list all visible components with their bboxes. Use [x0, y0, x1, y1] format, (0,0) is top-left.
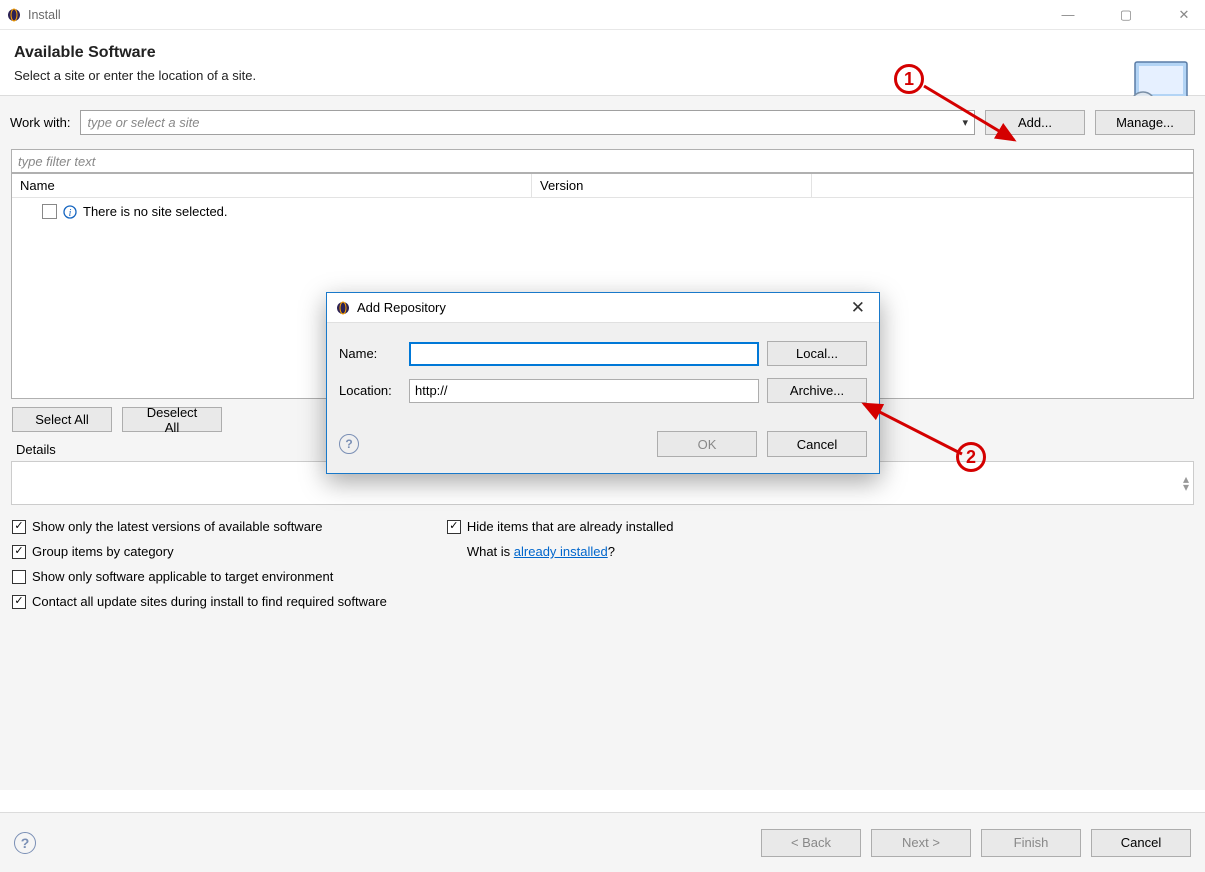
opt-hide-installed[interactable]: Hide items that are already installed [447, 519, 674, 534]
wizard-header: Available Software Select a site or ente… [0, 30, 1205, 96]
opt-target-environment[interactable]: Show only software applicable to target … [12, 569, 387, 584]
dialog-cancel-button[interactable]: Cancel [767, 431, 867, 457]
filter-input[interactable]: type filter text [11, 149, 1194, 173]
page-subtitle: Select a site or enter the location of a… [14, 68, 1191, 83]
svg-text:i: i [69, 208, 72, 219]
dialog-title: Add Repository [357, 300, 845, 315]
dialog-help-icon[interactable]: ? [339, 434, 359, 454]
eclipse-icon [6, 7, 22, 23]
opt-latest-versions[interactable]: Show only the latest versions of availab… [12, 519, 387, 534]
already-installed-text: What is already installed? [447, 544, 674, 559]
dialog-titlebar: Add Repository ✕ [327, 293, 879, 323]
select-all-button[interactable]: Select All [12, 407, 112, 432]
ok-button[interactable]: OK [657, 431, 757, 457]
details-scroll-icon[interactable]: ▴▾ [1183, 475, 1189, 491]
archive-button[interactable]: Archive... [767, 378, 867, 403]
window-title: Install [28, 8, 1053, 22]
row-message: There is no site selected. [83, 204, 228, 219]
column-name[interactable]: Name [12, 174, 532, 197]
location-label: Location: [339, 383, 401, 398]
deselect-all-button[interactable]: Deselect All [122, 407, 222, 432]
tree-header: Name Version [12, 174, 1193, 198]
finish-button[interactable]: Finish [981, 829, 1081, 857]
info-icon: i [63, 205, 77, 219]
add-repository-dialog: Add Repository ✕ Name: Local... Location… [326, 292, 880, 474]
opt-group-by-category[interactable]: Group items by category [12, 544, 387, 559]
eclipse-icon [335, 300, 351, 316]
next-button[interactable]: Next > [871, 829, 971, 857]
dialog-close-icon[interactable]: ✕ [845, 298, 871, 318]
tree-row: i There is no site selected. [20, 204, 1185, 219]
local-button[interactable]: Local... [767, 341, 867, 366]
page-title: Available Software [14, 44, 1191, 62]
already-installed-link[interactable]: already installed [514, 544, 608, 559]
row-checkbox[interactable] [42, 204, 57, 219]
wizard-footer: ? < Back Next > Finish Cancel [0, 812, 1205, 872]
workwith-label: Work with: [10, 115, 70, 130]
minimize-button[interactable]: — [1053, 7, 1083, 23]
workwith-combobox[interactable]: type or select a site ▾ [80, 110, 975, 135]
maximize-button[interactable]: ▢ [1111, 7, 1141, 23]
close-button[interactable]: ✕ [1169, 7, 1199, 23]
cancel-button[interactable]: Cancel [1091, 829, 1191, 857]
chevron-down-icon: ▾ [962, 116, 968, 129]
name-label: Name: [339, 346, 401, 361]
name-input[interactable] [409, 342, 759, 366]
add-button[interactable]: Add... [985, 110, 1085, 135]
window-controls: — ▢ ✕ [1053, 7, 1199, 23]
manage-button[interactable]: Manage... [1095, 110, 1195, 135]
help-icon[interactable]: ? [14, 832, 36, 854]
annotation-2: 2 [956, 442, 986, 472]
titlebar: Install — ▢ ✕ [0, 0, 1205, 30]
back-button[interactable]: < Back [761, 829, 861, 857]
annotation-1: 1 [894, 64, 924, 94]
opt-contact-sites[interactable]: Contact all update sites during install … [12, 594, 387, 609]
location-input[interactable] [409, 379, 759, 403]
column-version[interactable]: Version [532, 174, 812, 197]
